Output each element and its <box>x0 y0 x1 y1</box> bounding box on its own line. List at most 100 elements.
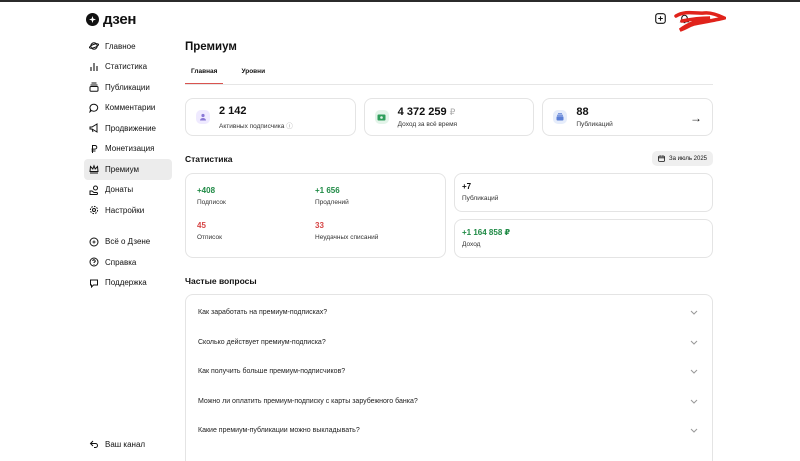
subscribers-label: Активных подписчика <box>219 122 285 130</box>
sidebar-item-label: Донаты <box>105 185 134 195</box>
support-icon <box>89 278 99 288</box>
tab-main[interactable]: Главная <box>185 63 224 84</box>
sidebar-item-label: Комментарии <box>105 103 156 113</box>
stats-grid: +408 Подписок +1 656 Продлений 45 Отписо… <box>185 173 713 258</box>
metric-value: 33 <box>315 221 324 230</box>
tab-levels[interactable]: Уровни <box>241 63 265 84</box>
subscribers-value: 2 142 <box>219 104 247 117</box>
subscribers-icon <box>196 110 210 124</box>
sidebar-item-label: Продвижение <box>105 123 156 133</box>
donate-icon <box>89 185 99 195</box>
chevron-down-icon <box>690 397 698 405</box>
calendar-icon <box>658 155 665 162</box>
metric-label: Доход <box>462 241 481 248</box>
sidebar-item-label: Ваш канал <box>105 439 146 449</box>
faq-item[interactable]: Как заработать на премиум-подписках? <box>186 298 712 328</box>
sidebar: Главное Статистика Публикации Комментари… <box>84 36 172 293</box>
stats-header: Статистика За июль 2025 <box>185 151 713 166</box>
metric-value: +408 <box>197 186 216 195</box>
chevron-down-icon <box>690 427 698 435</box>
metric-failed-charges: 33 Неудачных списаний <box>315 221 378 241</box>
sidebar-item-help[interactable]: Справка <box>84 252 172 273</box>
metric-income: +1 164 858 ₽ Доход <box>462 228 510 248</box>
metric-value: +1 164 858 ₽ <box>462 228 511 237</box>
metric-value: +7 <box>462 182 472 191</box>
sidebar-item-label: Всё о Дзене <box>105 237 151 247</box>
faq-list: Как заработать на премиум-подписках? Ско… <box>185 294 713 461</box>
metric-value: 45 <box>197 221 206 230</box>
redaction-scribble <box>674 10 726 32</box>
faq-question: Сколько действует премиум-подписка? <box>198 338 326 346</box>
sidebar-item-label: Справка <box>105 257 137 267</box>
top-border <box>0 0 800 2</box>
sidebar-item-label: Монетизация <box>105 144 155 154</box>
publications-stat-card: +7 Публикаций <box>454 173 713 212</box>
back-arrow-icon <box>89 439 99 449</box>
income-stat-card: +1 164 858 ₽ Доход <box>454 219 713 258</box>
publications-value: 88 <box>576 106 589 118</box>
sidebar-item-promotion[interactable]: Продвижение <box>84 118 172 139</box>
publications-icon <box>553 110 568 124</box>
sidebar-item-donations[interactable]: Донаты <box>84 180 172 201</box>
help-icon <box>89 257 99 267</box>
metric-publications: +7 Публикаций <box>462 182 498 202</box>
metric-value: +1 656 <box>315 186 340 195</box>
zen-logo[interactable]: дзен <box>86 11 136 28</box>
sidebar-item-label: Настройки <box>105 205 145 215</box>
stats-title: Статистика <box>185 153 233 164</box>
sidebar-item-settings[interactable]: Настройки <box>84 200 172 221</box>
period-selector[interactable]: За июль 2025 <box>652 151 713 166</box>
publications-card[interactable]: 88 Публикаций → <box>542 98 714 136</box>
faq-question: Как получить больше премиум-подписчиков? <box>198 368 346 376</box>
income-card: 4 372 259 ₽ Доход за всё время <box>363 98 535 136</box>
sidebar-item-label: Публикации <box>105 82 150 92</box>
ruble-icon <box>89 144 99 154</box>
sidebar-item-label: Поддержка <box>105 278 147 288</box>
stack-icon <box>89 82 99 93</box>
main-content: Премиум Главная Уровни 2 142 Активных по… <box>185 36 714 461</box>
income-value: 4 372 259 <box>397 106 447 118</box>
sidebar-item-statistics[interactable]: Статистика <box>84 57 172 78</box>
chevron-down-icon <box>690 368 698 376</box>
faq-item[interactable]: Сколько действует премиум-подписка? <box>186 328 712 358</box>
metric-label: Неудачных списаний <box>315 234 379 241</box>
metric-label: Публикаций <box>462 195 499 202</box>
sidebar-item-label: Премиум <box>105 164 140 174</box>
faq-question: Можно ли оплатить премиум-подписку с кар… <box>198 397 418 405</box>
faq-question: Как заработать на премиум-подписках? <box>198 309 328 317</box>
faq-item[interactable]: Какие премиум-публикации можно выкладыва… <box>186 416 712 446</box>
info-icon[interactable]: ⓘ <box>286 123 293 130</box>
currency-sign: ₽ <box>449 107 456 117</box>
add-post-icon[interactable] <box>654 12 666 24</box>
side-stats: +7 Публикаций +1 164 858 ₽ Доход <box>454 173 713 258</box>
publications-label: Публикаций <box>576 121 613 128</box>
megaphone-icon <box>89 123 99 134</box>
crown-icon <box>89 164 99 174</box>
chevron-down-icon <box>690 338 698 346</box>
metric-renewals: +1 656 Продлений <box>315 186 349 206</box>
summary-cards: 2 142 Активных подписчика ⓘ 4 372 259 ₽ … <box>185 98 714 136</box>
faq-item[interactable]: Можно ли оплатить премиум-подписку с кар… <box>186 387 712 417</box>
planet-icon <box>89 41 99 51</box>
sidebar-item-publications[interactable]: Публикации <box>84 77 172 98</box>
faq-item[interactable]: Как получить больше премиум-подписчиков? <box>186 357 712 387</box>
metric-label: Продлений <box>315 199 349 206</box>
metric-unsubscribes: 45 Отписок <box>197 221 222 241</box>
sidebar-item-premium[interactable]: Премиум <box>84 159 172 180</box>
comment-icon <box>89 103 99 113</box>
faq-title: Частые вопросы <box>185 276 257 286</box>
sidebar-item-support[interactable]: Поддержка <box>84 273 172 294</box>
sidebar-item-comments[interactable]: Комментарии <box>84 98 172 119</box>
sidebar-item-label: Статистика <box>105 62 148 72</box>
arrow-right-icon[interactable]: → <box>690 111 702 125</box>
metric-label: Отписок <box>197 234 222 241</box>
tabs: Главная Уровни <box>185 63 713 85</box>
period-label: За июль 2025 <box>669 155 707 162</box>
page-title: Премиум <box>185 41 237 53</box>
sidebar-item-monetization[interactable]: Монетизация <box>84 139 172 160</box>
income-label: Доход за всё время <box>397 121 458 128</box>
sidebar-item-your-channel[interactable]: Ваш канал <box>84 434 145 455</box>
sidebar-item-main[interactable]: Главное <box>84 36 172 57</box>
subscribers-card: 2 142 Активных подписчика ⓘ <box>185 98 356 136</box>
sidebar-item-about-zen[interactable]: Всё о Дзене <box>84 232 172 253</box>
